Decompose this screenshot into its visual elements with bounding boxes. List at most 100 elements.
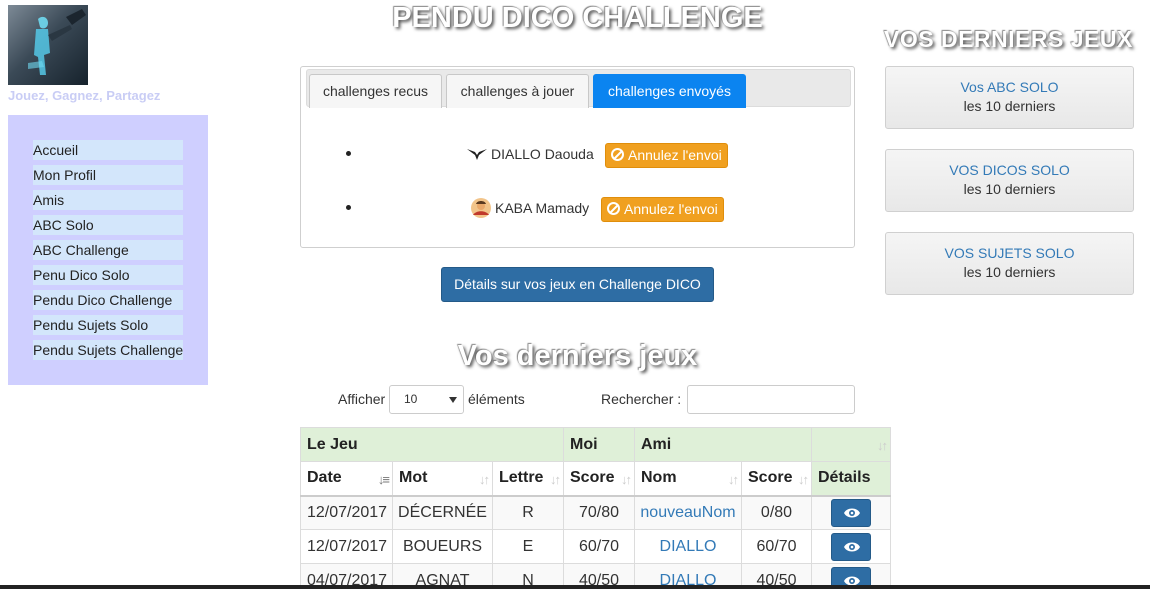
tab-challenges-recus[interactable]: challenges recus (309, 74, 442, 108)
cell-date: 12/07/2017 (300, 529, 393, 564)
card-subtitle: les 10 derniers (963, 264, 1056, 280)
sidebar-nav: Accueil Mon Profil Amis ABC Solo ABC Cha… (8, 115, 208, 385)
challenge-opponent-name: KABA Mamady (495, 200, 590, 216)
site-logo[interactable] (8, 5, 88, 85)
cell-word: BOUEURS (392, 529, 493, 564)
column-header-word[interactable]: Mot ↓↑ (392, 461, 493, 497)
cell-details (811, 529, 891, 564)
games-section-title: Vos derniers jeux (457, 340, 698, 372)
search-input[interactable] (687, 385, 855, 414)
cancel-send-label: Annulez l'envoi (624, 201, 718, 217)
cell-score-me: 70/80 (563, 495, 635, 530)
user-avatar-icon (470, 197, 492, 219)
horizontal-scrollbar[interactable] (0, 585, 1150, 589)
entries-select-value: 10 (404, 392, 418, 406)
ban-icon (611, 148, 624, 161)
cell-score-friend: 60/70 (741, 529, 812, 564)
sort-icon: ↓↑ (550, 472, 561, 487)
eye-icon (844, 542, 860, 551)
card-dicos-solo[interactable]: VOS DICOS SOLO les 10 derniers (885, 149, 1134, 212)
table-group-header-row: Le Jeu Moi Ami ↓↑ (300, 427, 891, 462)
column-header-word-label: Mot (399, 469, 428, 487)
challenge-details-button[interactable]: Détails sur vos jeux en Challenge DICO (441, 267, 714, 302)
logo-image (28, 9, 86, 75)
list-bullet (346, 151, 351, 156)
search-label: Rechercher : (601, 391, 682, 407)
tab-challenges-envoyes[interactable]: challenges envoyés (593, 74, 746, 108)
cell-date: 12/07/2017 (300, 495, 393, 530)
sidebar-item-amis[interactable]: Amis (33, 190, 183, 210)
games-table: Le Jeu Moi Ami ↓↑ Date ↓≡ Mot ↓↑ Lettre ↓↑ … (300, 427, 891, 589)
card-title: VOS DICOS SOLO (949, 162, 1070, 178)
group-header-me: Moi (563, 427, 635, 462)
list-bullet (346, 205, 351, 210)
column-header-score-friend-label: Score (748, 469, 793, 487)
challenges-tabbar: challenges recus challenges à jouer chal… (306, 69, 851, 108)
table-row: 12/07/2017 DÉCERNÉE R 70/80 nouveauNom 0… (300, 495, 891, 530)
cancel-send-label: Annulez l'envoi (628, 147, 722, 163)
tagline: Jouez, Gagnez, Partagez (8, 88, 161, 103)
page-title: PENDU DICO CHALLENGE (392, 2, 763, 34)
group-header-details[interactable]: ↓↑ (811, 427, 891, 462)
view-details-button[interactable] (831, 498, 871, 527)
ban-icon (607, 202, 620, 215)
tab-challenges-a-jouer[interactable]: challenges à jouer (446, 74, 589, 108)
column-header-score-me[interactable]: Score ↓↑ (563, 461, 635, 497)
card-abc-solo[interactable]: Vos ABC SOLO les 10 derniers (885, 66, 1134, 129)
group-header-friend: Ami (634, 427, 812, 462)
view-details-button[interactable] (831, 532, 871, 561)
column-header-details: Détails (811, 461, 891, 497)
column-header-score-friend[interactable]: Score ↓↑ (741, 461, 812, 497)
sidebar-item-pendu-sujets-challenge[interactable]: Pendu Sujets Challenge (33, 340, 183, 360)
page: Jouez, Gagnez, Partagez Accueil Mon Prof… (0, 0, 1150, 589)
chevron-down-icon (449, 397, 457, 403)
sidebar-item-abc-solo[interactable]: ABC Solo (33, 215, 183, 235)
card-subtitle: les 10 derniers (963, 181, 1056, 197)
bird-icon (466, 143, 488, 165)
eye-icon (844, 508, 860, 518)
card-subtitle: les 10 derniers (963, 98, 1056, 114)
sort-icon: ↓↑ (621, 472, 632, 487)
elements-label: éléments (468, 391, 525, 407)
column-header-date[interactable]: Date ↓≡ (300, 461, 393, 497)
cell-letter: R (492, 495, 564, 530)
column-header-letter-label: Lettre (499, 469, 544, 487)
cell-letter: E (492, 529, 564, 564)
column-header-date-label: Date (307, 469, 342, 487)
challenge-opponent-name: DIALLO Daouda (491, 146, 594, 162)
group-header-game: Le Jeu (300, 427, 564, 462)
sidebar-item-mon-profil[interactable]: Mon Profil (33, 165, 183, 185)
cell-friend-name-link[interactable]: DIALLO (634, 529, 742, 564)
sort-icon: ↓↑ (798, 472, 809, 487)
table-row: 12/07/2017 BOUEURS E 60/70 DIALLO 60/70 (300, 529, 891, 564)
sort-icon: ↓↑ (479, 472, 490, 487)
sort-icon: ↓↑ (877, 438, 888, 453)
cell-friend-name-link[interactable]: nouveauNom (634, 495, 742, 530)
sidebar-item-penu-dico-solo[interactable]: Penu Dico Solo (33, 265, 183, 285)
card-title: VOS SUJETS SOLO (944, 245, 1075, 261)
show-entries-label: Afficher (338, 391, 386, 407)
sort-icon: ↓↑ (728, 472, 739, 487)
cell-details (811, 495, 891, 530)
recent-games-title: VOS DERNIERS JEUX (884, 26, 1133, 52)
cell-word: DÉCERNÉE (392, 495, 493, 530)
challenges-panel: challenges recus challenges à jouer chal… (300, 66, 855, 248)
cancel-send-button[interactable]: Annulez l'envoi (605, 143, 728, 168)
sidebar-item-pendu-sujets-solo[interactable]: Pendu Sujets Solo (33, 315, 183, 335)
cancel-send-button[interactable]: Annulez l'envoi (601, 197, 724, 222)
column-header-letter[interactable]: Lettre ↓↑ (492, 461, 564, 497)
column-header-score-me-label: Score (570, 469, 615, 487)
cell-score-friend: 0/80 (741, 495, 812, 530)
card-sujets-solo[interactable]: VOS SUJETS SOLO les 10 derniers (885, 232, 1134, 295)
column-header-name[interactable]: Nom ↓↑ (634, 461, 742, 497)
challenge-item: DIALLO Daouda Annulez l'envoi (301, 143, 856, 173)
column-header-name-label: Nom (641, 469, 677, 487)
sidebar-item-abc-challenge[interactable]: ABC Challenge (33, 240, 183, 260)
sidebar-item-accueil[interactable]: Accueil (33, 140, 183, 160)
entries-select[interactable]: 10 (389, 385, 464, 414)
card-title: Vos ABC SOLO (960, 79, 1059, 95)
sidebar-item-pendu-dico-challenge[interactable]: Pendu Dico Challenge (33, 290, 183, 310)
cell-score-me: 60/70 (563, 529, 635, 564)
table-header-row: Date ↓≡ Mot ↓↑ Lettre ↓↑ Score ↓↑ Nom ↓↑ Scor… (300, 461, 891, 497)
sort-ascending-icon: ↓≡ (377, 472, 390, 487)
